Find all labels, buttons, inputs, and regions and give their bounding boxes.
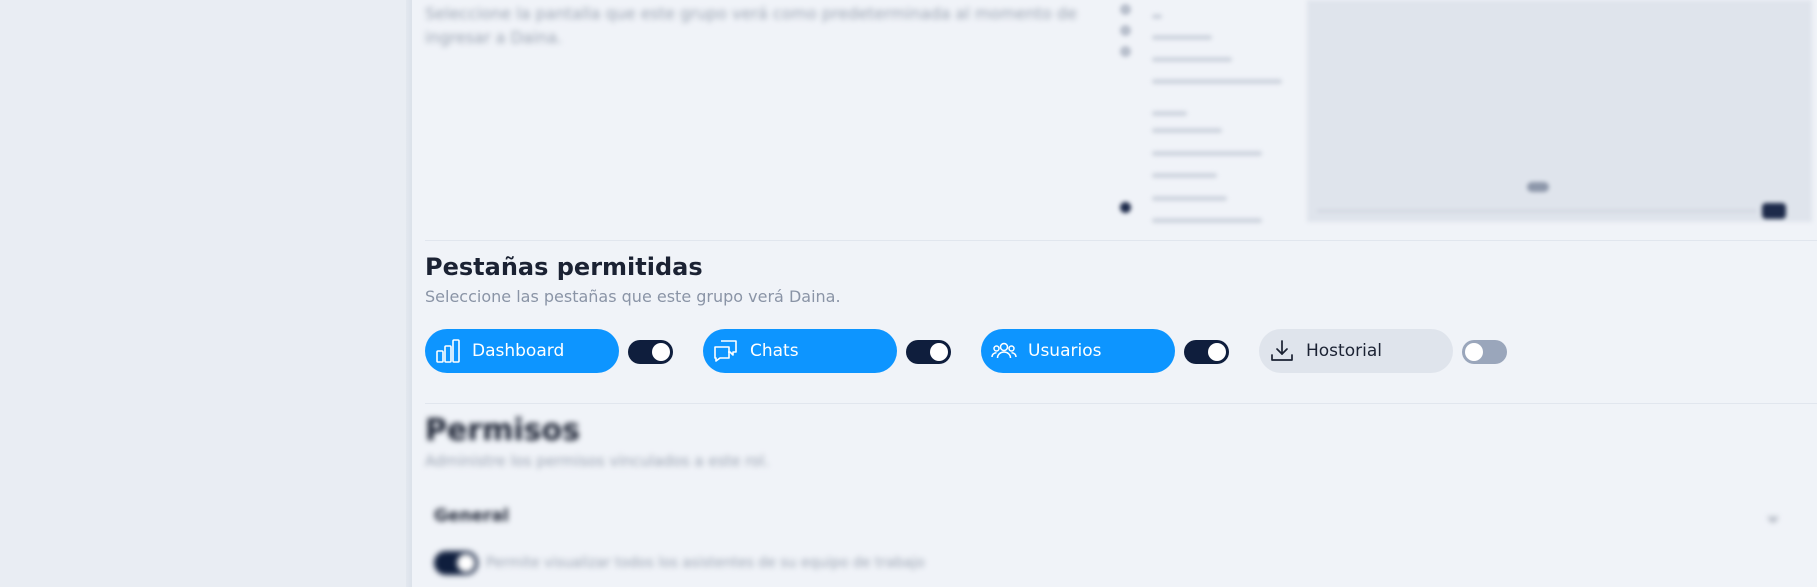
permission-label: Permite visualizar todos los asistentes …	[486, 555, 925, 571]
toggle-knob	[1465, 343, 1483, 361]
tab-chip-chats[interactable]: Chats	[703, 329, 897, 373]
chat-bubbles-icon	[713, 338, 739, 364]
tab-label-historial: Hostorial	[1306, 341, 1382, 361]
tab-chip-dashboard[interactable]: Dashboard	[425, 329, 619, 373]
tab-chip-historial[interactable]: Hostorial	[1259, 329, 1453, 373]
permissions-group-general[interactable]: General	[434, 506, 509, 526]
toggle-knob	[652, 343, 670, 361]
allowed-tabs-title: Pestañas permitidas	[425, 253, 703, 281]
tab-toggle-usuarios[interactable]	[1184, 340, 1229, 364]
tab-toggle-historial[interactable]	[1462, 340, 1507, 364]
tab-label-dashboard: Dashboard	[472, 341, 565, 361]
section-divider	[425, 403, 1817, 404]
tab-toggle-chats[interactable]	[906, 340, 951, 364]
preview-sidebar	[1112, 0, 1287, 223]
permissions-subtitle: Administre los permisos vinculados a est…	[425, 452, 770, 470]
download-icon	[1269, 338, 1295, 364]
tab-option-chats: Chats	[703, 329, 981, 373]
tab-chip-usuarios[interactable]: Usuarios	[981, 329, 1175, 373]
group-settings-panel: Seleccione la pantalla que este grupo ve…	[412, 0, 1817, 587]
default-screen-description: Seleccione la pantalla que este grupo ve…	[425, 4, 1077, 47]
tab-toggle-dashboard[interactable]	[628, 340, 673, 364]
tab-option-usuarios: Usuarios	[981, 329, 1259, 373]
tab-label-usuarios: Usuarios	[1028, 341, 1102, 361]
default-screen-preview[interactable]	[1112, 0, 1812, 223]
permission-item: Permite visualizar todos los asistentes …	[434, 550, 925, 576]
tab-option-dashboard: Dashboard	[425, 329, 703, 373]
bar-chart-icon	[435, 338, 461, 364]
toggle-knob	[930, 343, 948, 361]
permission-toggle[interactable]	[434, 551, 478, 575]
preview-content	[1307, 0, 1812, 222]
app-sidebar	[0, 0, 412, 587]
allowed-tabs-subtitle: Seleccione las pestañas que este grupo v…	[425, 287, 841, 306]
toggle-knob	[1208, 343, 1226, 361]
users-icon	[991, 338, 1017, 364]
toggle-knob	[457, 554, 475, 572]
section-divider	[425, 240, 1817, 241]
chevron-down-icon[interactable]	[1767, 510, 1779, 523]
tab-option-historial: Hostorial	[1259, 329, 1537, 373]
tab-label-chats: Chats	[750, 341, 799, 361]
permissions-title: Permisos	[425, 413, 580, 448]
